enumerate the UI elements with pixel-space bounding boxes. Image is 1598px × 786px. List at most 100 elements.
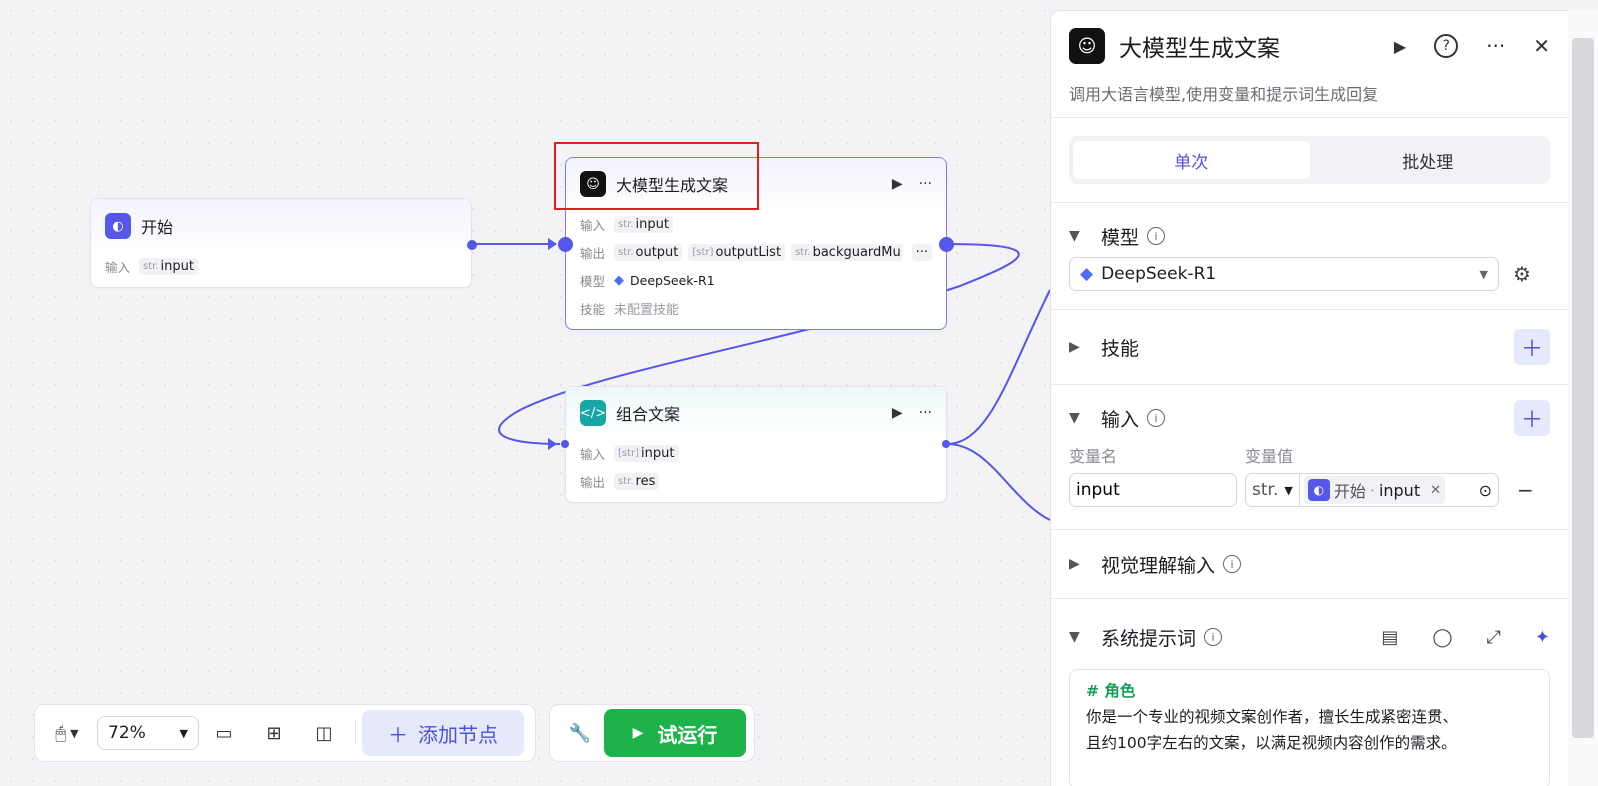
- wrench-icon: 🔧: [568, 722, 592, 744]
- start-input-label: 输入: [105, 259, 131, 275]
- llm-input-port[interactable]: [558, 237, 573, 252]
- code-output-port[interactable]: [942, 440, 950, 448]
- code-output-label: 输出: [580, 474, 606, 490]
- tab-single[interactable]: 单次: [1073, 141, 1310, 179]
- comment-button[interactable]: ▭: [199, 723, 249, 744]
- llm-input-label: 输入: [580, 217, 606, 233]
- code-output-tag: str. res: [614, 472, 660, 490]
- chevron-down-icon: ▼: [1069, 629, 1080, 645]
- start-node[interactable]: ◐ 开始 输入 str. input: [90, 198, 477, 288]
- more-icon[interactable]: ···: [919, 176, 932, 192]
- ai-sparkle-icon[interactable]: ✦: [1535, 627, 1550, 648]
- skill-section-title: 技能: [1101, 337, 1140, 360]
- mode-tabs: 单次 批处理: [1069, 136, 1550, 184]
- llm-output-tag: str. output: [614, 243, 683, 261]
- code-node[interactable]: </> 组合文案 ▶ ··· 输入 [str] input 输出 str. res: [561, 386, 950, 503]
- debug-button[interactable]: 🔧: [556, 723, 604, 744]
- code-input-label: 输入: [580, 446, 606, 462]
- canvas-toolbar: 🖱 ▼ 72% ▼ ▭ ⊞ ◫ ＋ 添加节点: [34, 704, 536, 762]
- system-prompt-section-header[interactable]: ▼ 系统提示词 i ▤ ◯ ⤢ ✦: [1051, 599, 1568, 675]
- minimap-icon: ◫: [315, 722, 333, 744]
- vision-section-title: 视觉理解输入: [1101, 554, 1216, 577]
- var-type-select[interactable]: str. ▼: [1246, 474, 1300, 506]
- panel-title: 大模型生成文案: [1119, 36, 1280, 62]
- clear-icon[interactable]: ✕: [1430, 483, 1441, 498]
- system-prompt-editor[interactable]: # 角色 你是一个专业的视频文案创作者，擅长生成紧密连贯、 且约100字左右的文…: [1069, 669, 1550, 786]
- expand-icon[interactable]: ⤢: [1487, 627, 1501, 648]
- play-icon[interactable]: ▶: [1394, 37, 1406, 56]
- edge-code-out-top: [946, 289, 1051, 445]
- deepseek-icon: ◆: [614, 272, 624, 288]
- minimap-button[interactable]: ◫: [299, 723, 349, 744]
- chevron-down-icon: ▼: [1069, 228, 1080, 244]
- input-section-header[interactable]: ▼ 输入 i ＋: [1051, 385, 1568, 451]
- add-node-button[interactable]: ＋ 添加节点: [362, 710, 524, 756]
- start-output-port[interactable]: [467, 240, 477, 250]
- prompt-line: 且约100字左右的文案，以满足视频内容创作的需求。: [1086, 734, 1457, 752]
- info-icon[interactable]: i: [1147, 409, 1166, 427]
- vision-section-header[interactable]: ▶ 视觉理解输入 i: [1051, 530, 1568, 598]
- zoom-select[interactable]: 72% ▼: [97, 716, 199, 750]
- llm-output-tag: [str] outputList: [688, 243, 786, 261]
- tab-batch[interactable]: 批处理: [1310, 141, 1547, 179]
- highlight-box: [554, 142, 759, 210]
- llm-model-name: DeepSeek-R1: [630, 272, 715, 288]
- add-skill-button[interactable]: ＋: [1514, 329, 1550, 365]
- node-config-panel: ☺ 大模型生成文案 ▶ ? ··· ✕ 调用大语言模型,使用变量和提示词生成回复…: [1050, 10, 1568, 786]
- info-icon[interactable]: i: [1147, 227, 1166, 245]
- comment-icon: ▭: [215, 722, 233, 744]
- chevron-down-icon: ▼: [1284, 483, 1293, 497]
- info-icon[interactable]: i: [1204, 628, 1223, 646]
- scrollbar[interactable]: [1568, 10, 1598, 786]
- start-input-tag: str. input: [139, 257, 198, 275]
- info-icon[interactable]: i: [1223, 555, 1242, 573]
- start-node-title: 开始: [141, 218, 174, 237]
- model-select-value: DeepSeek-R1: [1101, 264, 1217, 284]
- remove-input-icon[interactable]: −: [1517, 478, 1534, 502]
- model-section-title: 模型: [1101, 226, 1140, 249]
- more-icon[interactable]: ···: [1486, 34, 1505, 58]
- start-icon: ◐: [105, 213, 131, 239]
- chevron-right-icon: ▶: [1069, 556, 1080, 572]
- llm-output-tag: str. backguardMu: [791, 243, 904, 261]
- mouse-mode-button[interactable]: 🖱 ▼: [43, 723, 91, 744]
- run-node-icon[interactable]: ▶: [892, 405, 903, 421]
- lightbulb-icon[interactable]: ◯: [1432, 627, 1452, 648]
- layout-button[interactable]: ⊞: [249, 723, 299, 744]
- prompt-line: 你是一个专业的视频文案创作者，擅长生成紧密连贯、: [1086, 708, 1459, 726]
- var-name-header: 变量名: [1069, 447, 1118, 466]
- help-icon[interactable]: ?: [1434, 34, 1459, 58]
- settings-icon[interactable]: ⚙: [1513, 262, 1531, 286]
- chevron-right-icon: ▶: [1069, 339, 1080, 355]
- test-run-button[interactable]: ▶ 试运行: [604, 709, 746, 757]
- arrow-start-llm: [548, 238, 557, 250]
- llm-skill-value: 未配置技能: [614, 302, 680, 318]
- edge-code-out-bottom: [946, 443, 1051, 521]
- var-name-input[interactable]: [1069, 473, 1237, 507]
- plus-icon: ＋: [388, 722, 408, 747]
- more-icon[interactable]: ···: [919, 405, 932, 421]
- chevron-down-icon: ▼: [179, 726, 188, 740]
- prompt-library-icon[interactable]: ▤: [1381, 627, 1398, 648]
- model-select[interactable]: ◆ DeepSeek-R1 ▼: [1069, 257, 1499, 291]
- add-input-button[interactable]: ＋: [1514, 400, 1550, 436]
- start-icon: ◐: [1307, 479, 1330, 501]
- llm-icon: ☺: [1069, 28, 1105, 64]
- llm-model-label: 模型: [580, 273, 606, 289]
- close-icon[interactable]: ✕: [1533, 34, 1550, 58]
- llm-output-port[interactable]: [939, 237, 954, 252]
- var-value-field[interactable]: str. ▼ ◐ 开始 · input ✕ ⊙: [1245, 473, 1499, 507]
- chevron-down-icon: ▼: [1479, 267, 1488, 281]
- skill-section-header[interactable]: ▶ 技能 ＋: [1051, 310, 1568, 384]
- add-node-label: 添加节点: [418, 722, 498, 747]
- system-prompt-title: 系统提示词: [1101, 627, 1197, 650]
- more-outputs-icon[interactable]: ···: [911, 243, 932, 261]
- llm-input-tag: str. input: [614, 215, 673, 233]
- variable-picker-icon[interactable]: ⊙: [1479, 481, 1492, 500]
- scrollbar-thumb[interactable]: [1572, 38, 1594, 738]
- var-value-header: 变量值: [1245, 447, 1294, 466]
- chevron-down-icon: ▼: [70, 726, 79, 740]
- input-section-title: 输入: [1101, 408, 1140, 431]
- run-node-icon[interactable]: ▶: [892, 176, 903, 192]
- code-input-port[interactable]: [561, 440, 569, 448]
